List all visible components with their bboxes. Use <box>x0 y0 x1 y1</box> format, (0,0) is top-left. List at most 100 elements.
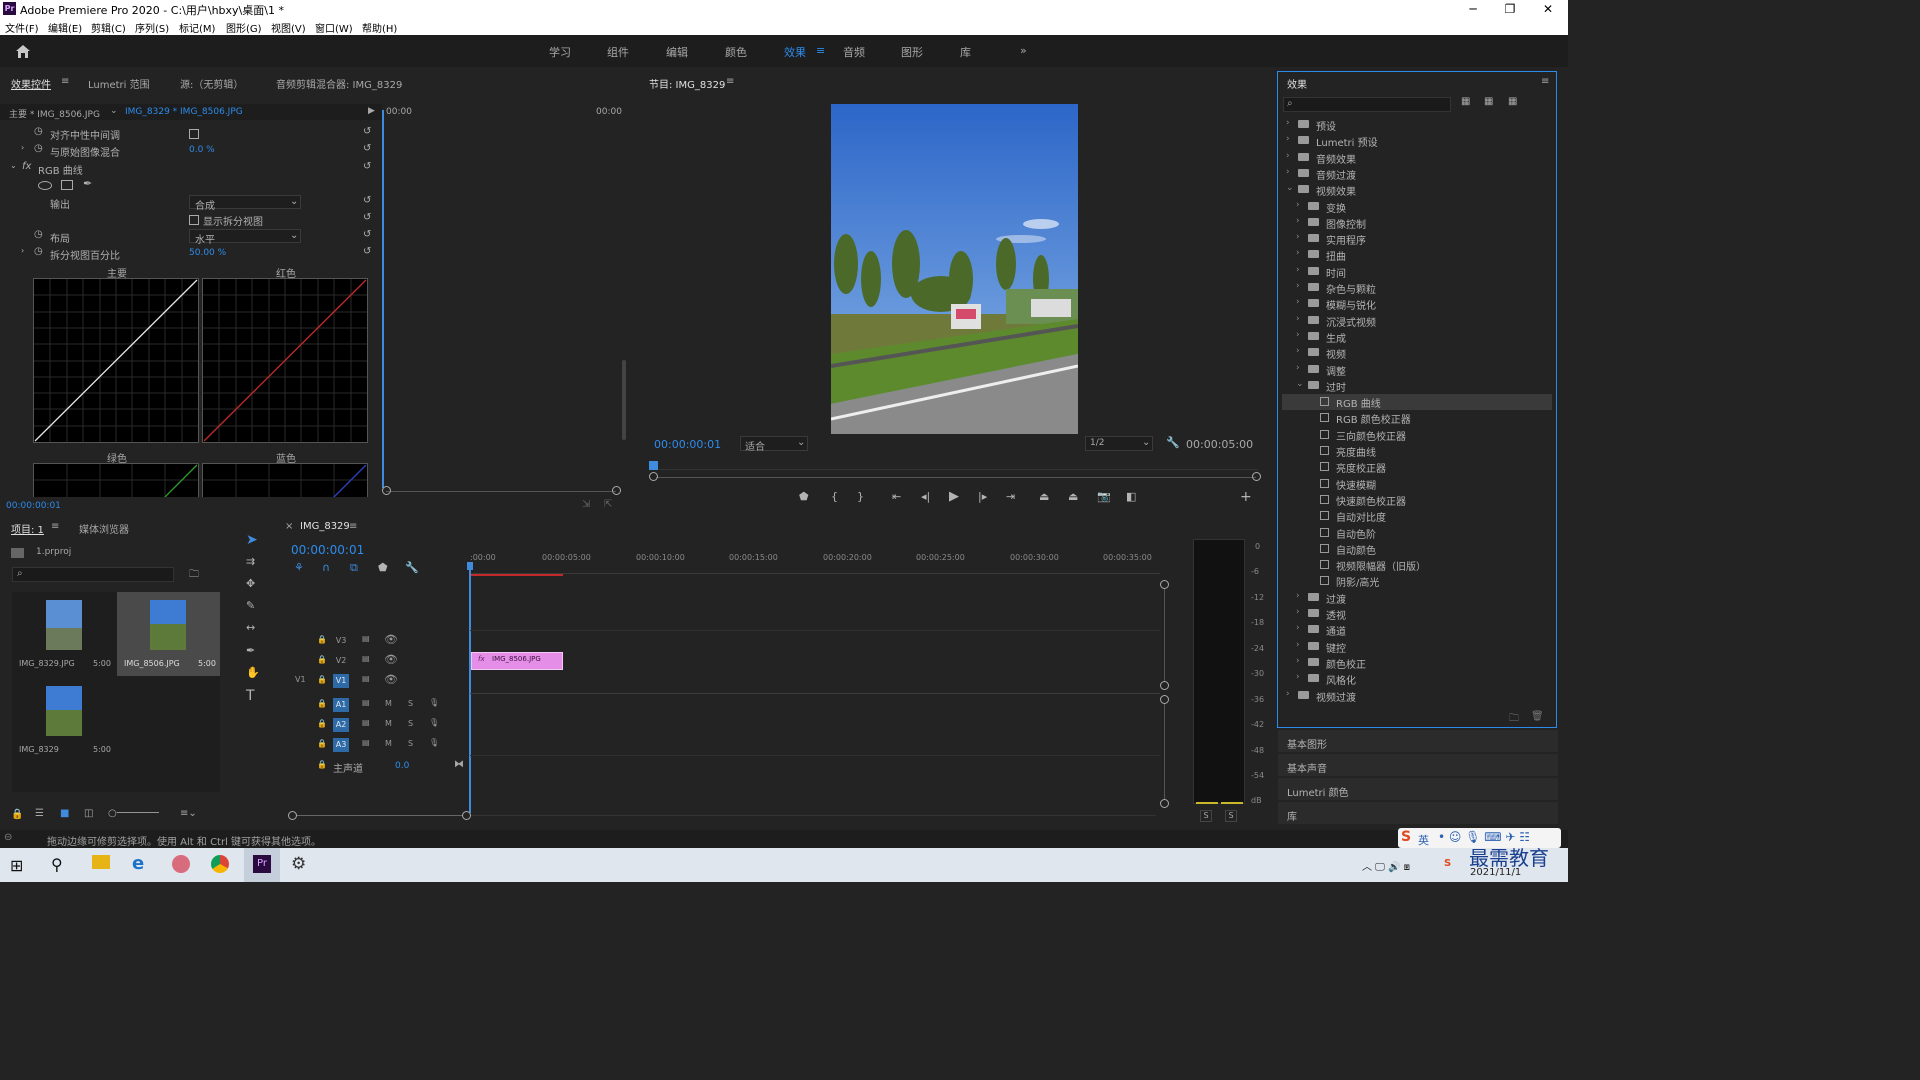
effects-folder[interactable]: › 音频过渡 <box>1282 166 1552 182</box>
playhead-handle[interactable] <box>467 562 473 570</box>
menu-window[interactable]: 窗口(W) <box>315 20 353 35</box>
split-percent-value[interactable]: 50.00 % <box>189 248 226 258</box>
sort-icon[interactable]: ≡⌄ <box>180 808 197 819</box>
effects-folder[interactable]: › 模糊与锐化 <box>1282 296 1552 312</box>
pen-tool-icon[interactable]: ✒ <box>246 644 255 657</box>
type-tool-icon[interactable]: T <box>246 688 255 704</box>
solo-button[interactable]: S <box>408 699 413 708</box>
effects-item[interactable]: 视频限幅器（旧版） <box>1282 557 1552 573</box>
effects-folder[interactable]: › Lumetri 预设 <box>1282 133 1552 149</box>
effects-folder[interactable]: › 沉浸式视频 <box>1282 313 1552 329</box>
mute-button[interactable]: M <box>385 719 392 728</box>
eye-icon[interactable]: 👁 <box>384 673 398 686</box>
tab-effect-controls[interactable]: 效果控件 <box>11 76 51 91</box>
tab-lumetri-scopes[interactable]: Lumetri 范围 <box>88 76 150 91</box>
yuv-effects-icon[interactable]: ▦ <box>1508 96 1517 107</box>
master-volume-value[interactable]: 0.0 <box>395 761 409 771</box>
audio-vscroll[interactable] <box>1164 704 1165 800</box>
chevron-down-icon[interactable]: ⌄ <box>10 161 17 170</box>
h-zoom-handle-left[interactable] <box>288 811 297 820</box>
razor-tool-icon[interactable]: ✎ <box>246 599 255 612</box>
workspace-learn[interactable]: 学习 <box>549 44 571 60</box>
pen-mask-icon[interactable]: ✒ <box>83 177 92 190</box>
chevron-right-icon[interactable]: › <box>1296 640 1300 650</box>
lock-icon[interactable]: 🔒 <box>317 635 327 644</box>
app-icon[interactable] <box>172 855 190 873</box>
solo-button[interactable]: S <box>408 719 413 728</box>
v-zoom-handle-top[interactable] <box>1160 580 1169 589</box>
chevron-right-icon[interactable]: › <box>1296 248 1300 258</box>
close-button[interactable]: ✕ <box>1533 0 1563 18</box>
mute-button[interactable]: M <box>385 739 392 748</box>
effects-item[interactable]: 阴影/高光 <box>1282 573 1552 589</box>
go-to-out-icon[interactable]: ⇥ <box>1006 490 1015 503</box>
step-forward-icon[interactable]: |▸ <box>978 490 987 503</box>
fit-select[interactable]: 适合 ⌄ <box>740 436 808 453</box>
effects-item[interactable]: 自动颜色 <box>1282 541 1552 557</box>
effects-item[interactable]: RGB 颜色校正器 <box>1282 410 1552 426</box>
solo-right-button[interactable]: S <box>1225 810 1237 822</box>
track-target-v3[interactable]: V3 <box>333 634 349 648</box>
solo-button[interactable]: S <box>408 739 413 748</box>
effects-folder[interactable]: › 调整 <box>1282 362 1552 378</box>
sequence-clip-label[interactable]: IMG_8329 * IMG_8506.JPG <box>125 107 243 117</box>
mic-icon[interactable]: 🎙 <box>429 738 439 747</box>
a-zoom-handle-top[interactable] <box>1160 695 1169 704</box>
timeline-ruler[interactable]: :00:00 00:00:05:00 00:00:10:00 00:00:15:… <box>470 553 1160 577</box>
effects-folder[interactable]: › 通道 <box>1282 622 1552 638</box>
video-vscroll[interactable] <box>1164 589 1165 681</box>
eye-icon[interactable]: 👁 <box>384 653 398 666</box>
workspace-libraries[interactable]: 库 <box>960 44 971 60</box>
reset-icon[interactable]: ↺ <box>363 143 371 154</box>
timeline-playhead[interactable] <box>469 563 471 813</box>
green-curve-graph[interactable] <box>33 463 199 497</box>
workspace-assembly[interactable]: 组件 <box>607 44 629 60</box>
go-to-in-out-icon[interactable]: ⧓ <box>454 759 464 770</box>
effects-folder[interactable]: ⌄ 过时 <box>1282 378 1552 394</box>
accelerated-effects-icon[interactable]: ▦ <box>1461 96 1470 107</box>
program-zoom-handle-left[interactable] <box>649 472 658 481</box>
menu-sequence[interactable]: 序列(S) <box>135 20 169 35</box>
list-view-icon[interactable]: ☰ <box>35 808 44 819</box>
lock-icon[interactable]: 🔒 <box>317 760 327 769</box>
menu-file[interactable]: 文件(F) <box>5 20 39 35</box>
sogou-tray-icon[interactable]: S <box>1444 858 1451 869</box>
blend-value[interactable]: 0.0 % <box>189 145 215 155</box>
sequence-tab[interactable]: IMG_8329 <box>300 521 350 532</box>
red-curve-graph[interactable] <box>202 278 368 443</box>
stopwatch-icon[interactable]: ◷ <box>34 143 43 154</box>
home-icon[interactable] <box>14 43 32 59</box>
reset-icon[interactable]: ↺ <box>363 229 371 240</box>
premiere-taskbar-button[interactable]: Pr <box>244 848 280 882</box>
show-split-checkbox[interactable] <box>189 215 199 225</box>
chevron-right-icon[interactable]: › <box>1296 346 1300 356</box>
effects-folder[interactable]: › 视频 <box>1282 345 1552 361</box>
32bit-effects-icon[interactable]: ▦ <box>1484 96 1493 107</box>
track-target-a1[interactable]: A1 <box>333 698 349 712</box>
ec-scrollbar[interactable] <box>622 360 626 440</box>
stopwatch-icon[interactable]: ◷ <box>34 229 43 240</box>
master-clip-label[interactable]: 主要 * IMG_8506.JPG <box>9 107 100 120</box>
panel-menu-icon[interactable]: ≡ <box>349 521 357 532</box>
add-marker-icon[interactable]: ⬟ <box>378 561 388 574</box>
sogou-logo-icon[interactable]: S <box>1401 829 1411 845</box>
program-ruler[interactable] <box>652 460 1258 470</box>
linked-selection-icon[interactable]: ⧉ <box>350 561 358 575</box>
lock-icon[interactable]: 🔒 <box>317 675 327 684</box>
panel-libraries[interactable]: 库 <box>1278 802 1558 824</box>
effects-item[interactable]: 三向颜色校正器 <box>1282 427 1552 443</box>
workspace-effects[interactable]: 效果 <box>784 44 806 60</box>
export-icon[interactable]: ⇱ <box>604 499 612 510</box>
panel-menu-icon[interactable]: ≡ <box>51 521 59 532</box>
reset-icon[interactable]: ↺ <box>363 195 371 206</box>
chevron-right-icon[interactable]: › <box>21 143 24 152</box>
reset-icon[interactable]: ↺ <box>363 212 371 223</box>
track-select-tool-icon[interactable]: ⇉ <box>246 555 255 568</box>
chevron-right-icon[interactable]: › <box>1296 297 1300 307</box>
sync-lock-icon[interactable]: ▤ <box>362 674 370 683</box>
effects-item[interactable]: 亮度校正器 <box>1282 459 1552 475</box>
workspace-audio[interactable]: 音频 <box>843 44 865 60</box>
menu-view[interactable]: 视图(V) <box>271 20 306 35</box>
track-target-a3[interactable]: A3 <box>333 738 349 752</box>
workspace-editing[interactable]: 编辑 <box>666 44 688 60</box>
